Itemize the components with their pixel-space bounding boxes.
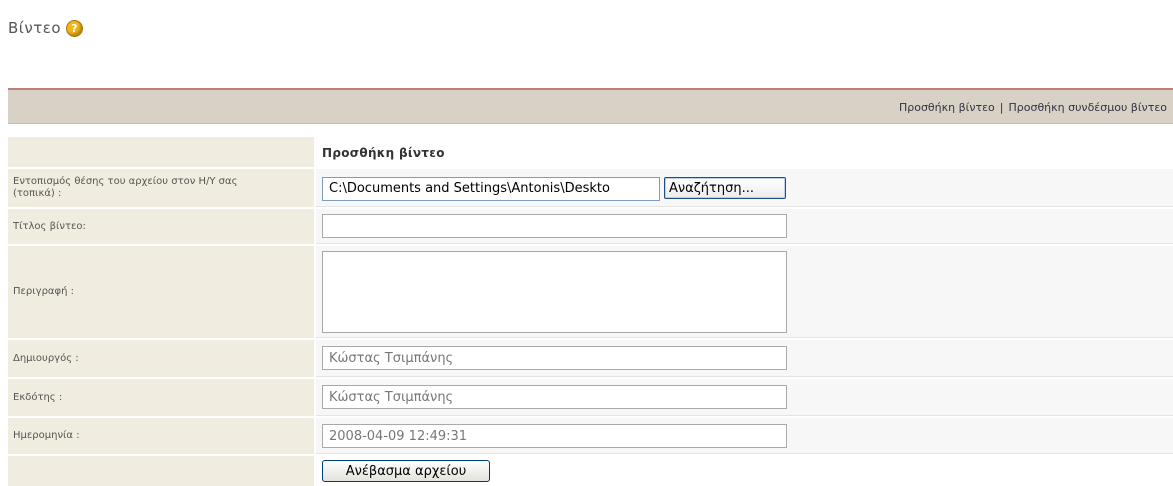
creator-value-cell — [316, 340, 1173, 377]
publisher-label: Εκδότης : — [8, 379, 314, 416]
publisher-row: Εκδότης : — [8, 379, 1173, 418]
toolbar-links: Προσθήκη βίντεο | Προσθήκη συνδέσμου βίντε… — [899, 101, 1167, 114]
description-row: Περιγραφή : — [8, 246, 1173, 340]
file-row: Εντοπισμός θέσης του αρχείου στον Η/Υ σα… — [8, 169, 1173, 209]
upload-label-cell — [8, 456, 314, 486]
help-icon[interactable]: ? — [66, 19, 84, 37]
form-header-value-cell: Προσθήκη βίντεο — [316, 137, 1173, 167]
browse-button[interactable]: Αναζήτηση... — [664, 177, 786, 199]
form-header-label-cell — [8, 137, 314, 167]
page-title: Βίντεο ? — [8, 19, 84, 37]
section-title: Προσθήκη βίντεο — [322, 146, 445, 160]
upload-value-cell: Ανέβασμα αρχείου — [316, 456, 1173, 486]
date-input[interactable] — [322, 424, 787, 448]
publisher-value-cell — [316, 379, 1173, 416]
add-video-url-link[interactable]: Προσθήκη συνδέσμου βίντεο — [1008, 101, 1167, 114]
file-label: Εντοπισμός θέσης του αρχείου στον Η/Υ σα… — [8, 169, 314, 207]
file-value-cell: C:\Documents and Settings\Antonis\Deskto… — [316, 169, 1173, 207]
creator-input[interactable] — [322, 346, 787, 370]
creator-row: Δημιουργός : — [8, 340, 1173, 379]
publisher-input[interactable] — [322, 385, 787, 409]
title-value-cell — [316, 209, 1173, 244]
title-label: Τίτλος βίντεο: — [8, 209, 314, 244]
page-title-text: Βίντεο — [8, 19, 62, 37]
upload-button[interactable]: Ανέβασμα αρχείου — [322, 460, 490, 482]
date-label: Ημερομηνία : — [8, 418, 314, 454]
date-row: Ημερομηνία : — [8, 418, 1173, 456]
toolbar-separator: | — [999, 101, 1004, 114]
title-row: Τίτλος βίντεο: — [8, 209, 1173, 246]
description-label: Περιγραφή : — [8, 246, 314, 338]
description-textarea[interactable] — [322, 251, 787, 333]
description-value-cell — [316, 246, 1173, 338]
file-path-input[interactable]: C:\Documents and Settings\Antonis\Deskto — [322, 177, 660, 201]
date-value-cell — [316, 418, 1173, 454]
toolbar: Προσθήκη βίντεο | Προσθήκη συνδέσμου βίντε… — [8, 88, 1173, 124]
form-header-row: Προσθήκη βίντεο — [8, 137, 1173, 169]
add-video-form: Προσθήκη βίντεο Εντοπισμός θέσης του αρχ… — [8, 137, 1173, 486]
add-video-link[interactable]: Προσθήκη βίντεο — [899, 101, 995, 114]
title-input[interactable] — [322, 214, 787, 238]
upload-row: Ανέβασμα αρχείου — [8, 456, 1173, 486]
creator-label: Δημιουργός : — [8, 340, 314, 377]
